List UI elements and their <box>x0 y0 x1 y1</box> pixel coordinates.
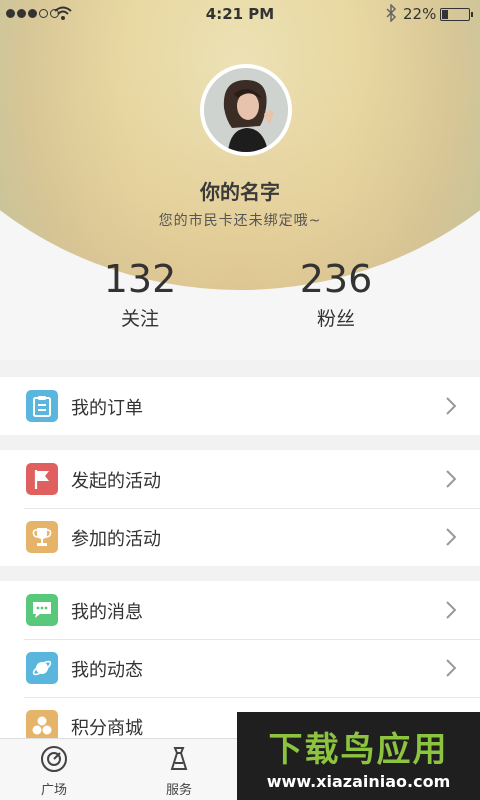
followers-count: 236 <box>299 257 373 301</box>
following-stat[interactable]: 132 关注 <box>60 256 220 331</box>
compass-icon <box>41 746 67 772</box>
chevron-right-icon <box>446 397 456 415</box>
tab-plaza[interactable]: 广场 <box>14 739 94 800</box>
battery-icon <box>440 8 473 21</box>
battery-percent: 22% <box>403 5 437 23</box>
menu-item-my-orders[interactable]: 我的订单 <box>0 377 480 435</box>
menu-item-label: 我的消息 <box>71 602 143 623</box>
followers-stat[interactable]: 236 粉丝 <box>256 256 416 331</box>
watermark-banner: 下载鸟应用 www.xiazainiao.com <box>237 712 480 800</box>
menu-item-launched-activities[interactable]: 发起的活动 <box>0 450 480 508</box>
menu-item-my-messages[interactable]: 我的消息 <box>0 581 480 639</box>
menu-item-label: 我的动态 <box>71 660 143 681</box>
watermark-title: 下载鸟应用 <box>268 730 449 770</box>
status-bar: 4:21 PM 22% <box>0 0 480 28</box>
menu-item-joined-activities[interactable]: 参加的活动 <box>0 508 480 566</box>
service-icon <box>170 747 188 770</box>
chevron-right-icon <box>446 470 456 488</box>
followers-label: 粉丝 <box>316 308 355 330</box>
menu-item-label: 我的订单 <box>71 398 143 419</box>
tab-label: 服务 <box>165 783 192 798</box>
tab-label: 广场 <box>40 783 67 798</box>
chevron-right-icon <box>446 601 456 619</box>
user-name: 你的名字 <box>200 180 280 204</box>
menu-item-my-posts[interactable]: 我的动态 <box>0 639 480 697</box>
bluetooth-icon <box>386 4 397 22</box>
watermark-url: www.xiazainiao.com <box>266 772 451 791</box>
trophy-icon <box>26 521 58 553</box>
menu-item-label: 积分商城 <box>71 718 143 739</box>
avatar-image <box>204 68 288 152</box>
tab-services[interactable]: 服务 <box>139 739 219 800</box>
menu-group-activities: 发起的活动 参加的活动 <box>0 450 480 566</box>
chevron-right-icon <box>446 659 456 677</box>
chevron-right-icon <box>446 528 456 546</box>
avatar[interactable] <box>200 64 292 156</box>
planet-icon <box>26 652 58 684</box>
flag-icon <box>26 463 58 495</box>
message-icon <box>26 594 58 626</box>
following-label: 关注 <box>120 308 159 330</box>
following-count: 132 <box>103 257 177 301</box>
clipboard-icon <box>26 390 58 422</box>
menu-item-label: 发起的活动 <box>71 471 161 492</box>
menu-group-orders: 我的订单 <box>0 377 480 435</box>
citizen-card-hint[interactable]: 您的市民卡还未绑定哦~ <box>0 210 480 230</box>
menu-item-label: 参加的活动 <box>71 529 161 550</box>
